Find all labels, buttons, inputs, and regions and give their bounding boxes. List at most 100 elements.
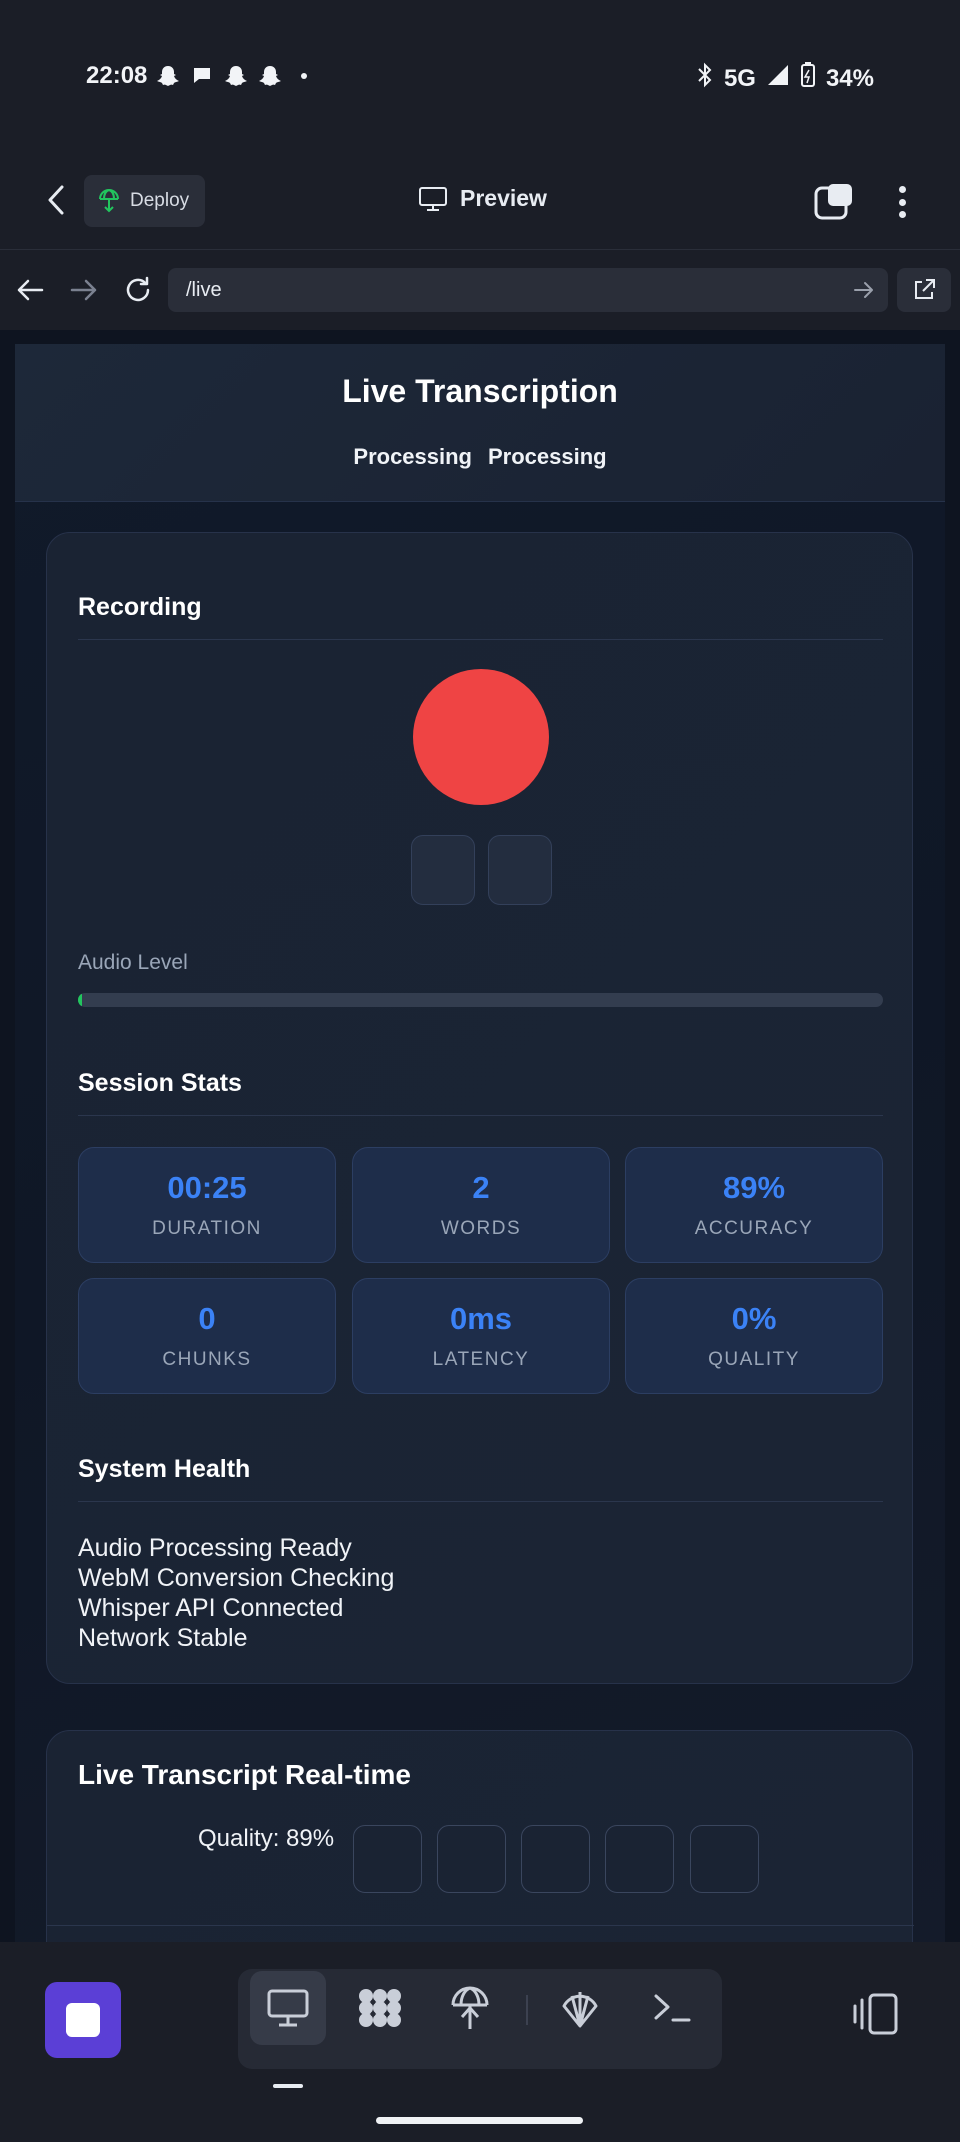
system-health-list: Audio Processing Ready WebM Conversion C… [78,1533,394,1653]
network-label: 5G [723,64,756,92]
back-button[interactable] [36,180,76,220]
panel-toggle-button[interactable] [850,1992,900,2036]
quality-segment [521,1825,590,1893]
notification-icons [156,64,316,88]
stat-label: DURATION [152,1218,262,1239]
quality-segment [437,1825,506,1893]
battery-percent: 34% [825,64,874,92]
stat-label: LATENCY [432,1349,530,1370]
stat-duration: 00:25 DURATION [78,1147,336,1263]
audio-level-fill [78,993,83,1007]
reload-icon [126,276,150,302]
preview-title: Preview [418,185,547,212]
stat-value: 0 [198,1301,216,1336]
deploy-icon [99,189,119,213]
status-bar: 22:08 5G 34% [0,0,960,160]
panel-icon [853,1993,898,2035]
record-button[interactable] [413,669,549,805]
nav-forward-button[interactable] [64,270,104,310]
status-row: Processing Processing [15,444,945,470]
shell-icon [562,1992,598,2028]
quality-label: Quality: 89% [198,1825,335,1852]
deploy-button[interactable]: Deploy [84,175,206,227]
audio-level-bar [78,993,883,1007]
divider [78,639,883,640]
dot-icon [898,211,906,218]
stat-chunks: 0 CHUNKS [78,1278,336,1394]
stat-words: 2 WORDS [352,1147,610,1263]
control-button[interactable] [488,835,552,905]
bluetooth-icon [696,62,714,95]
snapchat-icon [224,64,248,88]
tabs-button[interactable] [812,182,856,222]
quality-segment [605,1825,674,1893]
quality-segment [690,1825,759,1893]
status-right: 5G 34% [696,62,874,95]
terminal-tool-button[interactable] [634,1971,710,2045]
recording-title: Recording [78,593,202,621]
audio-level-label: Audio Level [78,951,188,974]
stat-value: 0% [731,1301,777,1336]
nav-back-button[interactable] [10,270,50,310]
control-card: Recording Audio Level Session Stats 00:2… [46,532,913,1684]
quality-segment [353,1825,422,1893]
agent-icon [359,1989,401,2027]
deploy-label: Deploy [130,190,190,211]
active-tool-indicator [273,2084,303,2088]
stat-value: 2 [472,1170,490,1205]
url-text: /live [186,279,222,301]
stat-quality: 0% QUALITY [625,1278,883,1394]
transcript-title: Live Transcript Real-time [78,1759,412,1790]
more-options-button[interactable] [890,180,914,224]
dot-icon [898,186,906,193]
stat-value: 0ms [449,1301,513,1336]
page-header: Live Transcription Processing Processing [15,344,945,502]
bottom-toolbar [0,1942,960,2142]
shell-tool-button[interactable] [542,1971,618,2045]
open-external-button[interactable] [897,268,951,312]
reload-button[interactable] [118,270,158,310]
app-bar: Deploy Preview [0,160,960,250]
arrow-right-icon [70,279,97,301]
system-health-title: System Health [78,1455,251,1483]
monitor-icon [267,1989,309,2027]
monitor-icon [419,186,447,211]
preview-tool-button[interactable] [250,1971,326,2045]
dot-icon [898,198,906,206]
stat-latency: 0ms LATENCY [352,1278,610,1394]
divider [47,1925,914,1926]
stat-label: QUALITY [708,1349,800,1370]
divider [78,1501,883,1502]
health-item: WebM Conversion Checking [78,1564,395,1592]
toolbar-divider [526,1995,528,2025]
divider [78,1115,883,1116]
stop-icon [66,2003,100,2037]
home-indicator[interactable] [376,2117,583,2124]
battery-icon [800,62,816,95]
go-arrow-icon[interactable] [852,278,876,302]
url-input[interactable]: /live [168,268,888,312]
health-item: Audio Processing Ready [78,1534,352,1562]
stat-label: WORDS [440,1218,522,1239]
agent-tool-button[interactable] [342,1971,418,2045]
transcript-card: Live Transcript Real-time Quality: 89% [46,1730,914,1942]
stat-value: 00:25 [167,1170,247,1205]
webview: Live Transcription Processing Processing… [0,330,960,1942]
health-item: Whisper API Connected [78,1594,344,1622]
chevron-left-icon [48,185,64,215]
external-link-icon [915,279,935,299]
arrow-left-icon [17,279,44,301]
deploy-tool-button[interactable] [432,1971,508,2045]
dot-icon [292,64,316,88]
stat-value: 89% [722,1170,786,1205]
snapchat-icon [258,64,282,88]
preview-label: Preview [460,185,547,211]
url-bar: /live [0,250,960,330]
tool-group [238,1969,722,2069]
health-item: Network Stable [78,1624,248,1652]
snapchat-icon [156,64,180,88]
stop-button[interactable] [45,1982,121,2058]
stat-label: ACCURACY [694,1218,814,1239]
deploy-icon [451,1986,489,2029]
control-button[interactable] [411,835,475,905]
